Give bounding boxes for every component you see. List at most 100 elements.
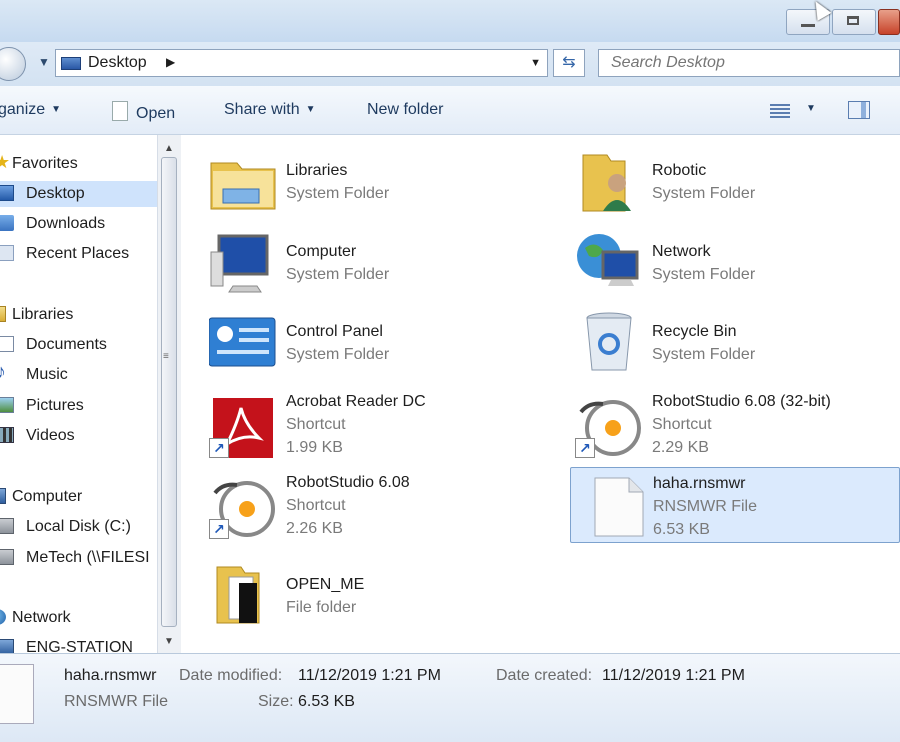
file-item[interactable]: ↗ RobotStudio 6.08 (32-bit) Shortcut 2.29 … xyxy=(547,380,877,458)
nav-label: Downloads xyxy=(26,215,106,232)
command-bar: ganize ▼ Open Share with ▼ New folder ▼ xyxy=(0,86,900,135)
minimize-icon xyxy=(801,24,815,27)
date-modified-value: 11/12/2019 1:21 PM xyxy=(298,667,441,684)
nav-computer[interactable]: Computer xyxy=(0,484,157,510)
open-label: Open xyxy=(136,105,176,122)
nav-label: ENG-STATION xyxy=(26,639,133,653)
scroll-down-icon[interactable]: ▼ xyxy=(164,636,174,647)
file-size: 2.26 KB xyxy=(286,520,343,537)
file-item-selected[interactable]: haha.rnsmwr RNSMWR File 6.53 KB xyxy=(570,467,900,543)
folder-icon xyxy=(216,566,260,624)
refresh-button[interactable]: ⇆ xyxy=(553,49,585,77)
nav-documents[interactable]: Documents xyxy=(0,332,157,358)
file-type: RNSMWR File xyxy=(653,498,757,515)
file-name: Libraries xyxy=(286,162,348,179)
file-name: Recycle Bin xyxy=(652,323,737,340)
organize-label: ganize xyxy=(0,101,46,118)
desktop-icon xyxy=(61,57,81,70)
libraries-icon xyxy=(0,306,6,322)
chevron-down-icon: ▼ xyxy=(305,104,316,115)
size-value: 6.53 KB xyxy=(298,693,355,710)
nav-recent-places[interactable]: Recent Places xyxy=(0,241,157,267)
nav-downloads[interactable]: Downloads xyxy=(0,211,157,237)
documents-icon xyxy=(0,336,14,352)
details-pane: haha.rnsmwr RNSMWR File Date modified: 1… xyxy=(0,653,900,742)
file-item[interactable]: ↗ RobotStudio 6.08 Shortcut 2.26 KB xyxy=(181,461,511,539)
file-type: System Folder xyxy=(652,346,756,363)
acrobat-icon: ↗ xyxy=(209,394,277,458)
close-button[interactable] xyxy=(878,9,900,35)
date-modified-label: Date modified: xyxy=(179,667,283,684)
new-folder-label: New folder xyxy=(367,101,444,118)
recent-places-icon xyxy=(0,245,14,261)
nav-music[interactable]: ♪ Music xyxy=(0,361,157,388)
share-with-menu[interactable]: Share with ▼ xyxy=(224,101,316,119)
file-item[interactable]: Network System Folder xyxy=(547,216,877,292)
recycle-bin-icon xyxy=(586,312,632,371)
new-folder-button[interactable]: New folder xyxy=(367,101,443,119)
nav-favorites[interactable]: ★ Favorites xyxy=(0,151,157,177)
breadcrumb-arrow-icon[interactable]: ▶ xyxy=(166,55,175,69)
file-size: 1.99 KB xyxy=(286,439,343,456)
network-icon xyxy=(577,234,639,286)
search-input[interactable] xyxy=(609,53,893,73)
file-item[interactable]: Robotic System Folder xyxy=(547,135,877,212)
file-icon xyxy=(0,664,34,724)
nav-label: Music xyxy=(26,366,68,383)
nav-scrollbar[interactable]: ▲ ≡ ▼ xyxy=(157,135,181,653)
nav-label: Videos xyxy=(26,427,75,444)
robotstudio-icon: ↗ xyxy=(575,394,643,458)
nav-videos[interactable]: Videos xyxy=(0,423,157,449)
file-size: 2.29 KB xyxy=(652,439,709,456)
file-item[interactable]: ↗ Acrobat Reader DC Shortcut 1.99 KB xyxy=(181,380,511,458)
address-location[interactable]: Desktop xyxy=(88,54,147,72)
file-item[interactable]: Libraries System Folder xyxy=(181,135,511,211)
nav-local-disk[interactable]: Local Disk (C:) xyxy=(0,514,157,540)
nav-libraries[interactable]: Libraries xyxy=(0,302,157,328)
maximize-button[interactable] xyxy=(832,9,876,35)
file-item[interactable]: OPEN_ME File folder xyxy=(181,549,511,625)
shortcut-arrow-icon: ↗ xyxy=(575,438,595,458)
back-button[interactable] xyxy=(0,47,26,81)
libraries-icon xyxy=(210,162,276,210)
details-type: RNSMWR File xyxy=(64,693,168,710)
open-button[interactable]: Open xyxy=(112,101,175,123)
recent-pages-dropdown-icon[interactable]: ▼ xyxy=(38,55,50,69)
nav-network[interactable]: Network xyxy=(0,605,157,631)
computer-icon xyxy=(0,639,14,653)
maximize-icon xyxy=(847,16,859,25)
address-dropdown-icon[interactable]: ▼ xyxy=(530,57,541,69)
nav-desktop[interactable]: Desktop xyxy=(0,181,157,207)
desktop-icon xyxy=(0,185,14,201)
file-item[interactable]: Control Panel System Folder xyxy=(181,296,511,372)
file-type: Shortcut xyxy=(652,416,712,433)
change-view-icon[interactable] xyxy=(770,102,790,118)
date-created-value: 11/12/2019 1:21 PM xyxy=(602,667,745,684)
file-item[interactable]: Recycle Bin System Folder xyxy=(547,296,877,372)
file-type: Shortcut xyxy=(286,416,346,433)
file-name: RobotStudio 6.08 xyxy=(286,474,410,491)
user-folder-icon xyxy=(582,154,631,212)
preview-pane-icon[interactable] xyxy=(848,101,870,119)
scroll-up-icon[interactable]: ▲ xyxy=(164,143,174,154)
file-type: System Folder xyxy=(286,266,390,283)
scroll-thumb[interactable] xyxy=(161,157,177,627)
view-options-dropdown-icon[interactable]: ▼ xyxy=(806,103,816,114)
shortcut-arrow-icon: ↗ xyxy=(209,438,229,458)
file-type: System Folder xyxy=(652,185,756,202)
file-item[interactable]: Computer System Folder xyxy=(181,216,511,293)
nav-eng-station[interactable]: ENG-STATION xyxy=(0,635,157,653)
file-name: haha.rnsmwr xyxy=(653,475,746,492)
nav-label: Local Disk (C:) xyxy=(26,518,131,535)
address-bar-row: ▼ Desktop ▶ ▼ ⇆ xyxy=(0,42,900,86)
nav-label: Network xyxy=(12,609,71,626)
nav-label: Documents xyxy=(26,336,107,353)
address-bar[interactable]: Desktop ▶ ▼ xyxy=(55,49,548,77)
nav-label: Computer xyxy=(12,488,83,505)
organize-menu[interactable]: ganize ▼ xyxy=(0,101,61,119)
file-name: Computer xyxy=(286,243,357,260)
navigation-pane: ★ Favorites Desktop Downloads Recent Plac… xyxy=(0,135,157,653)
nav-metech-drive[interactable]: MeTech (\\FILESI xyxy=(0,545,157,571)
nav-pictures[interactable]: Pictures xyxy=(0,393,157,419)
search-box[interactable] xyxy=(598,49,900,77)
